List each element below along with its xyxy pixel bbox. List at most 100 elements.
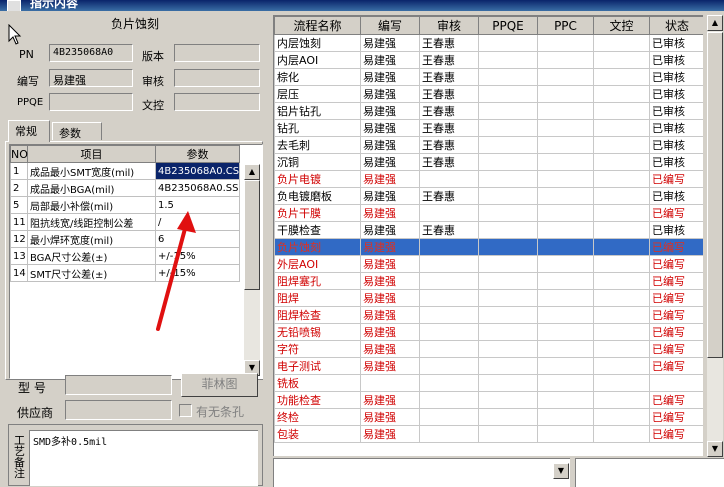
scroll-down-icon[interactable]: ▼: [707, 441, 723, 457]
cell-author: 易建强: [360, 289, 420, 307]
table-row[interactable]: 包装 易建强 已编写: [274, 425, 703, 443]
film-button[interactable]: 菲林图: [181, 373, 258, 397]
table-row[interactable]: 铝片钻孔 易建强 王春惠 已审核: [274, 102, 703, 120]
pn-field[interactable]: 4B235068A0: [49, 44, 133, 62]
cell-doc-control: [593, 221, 650, 239]
col-header-process[interactable]: 流程名称: [274, 16, 361, 35]
scroll-down-icon[interactable]: ▼: [553, 463, 569, 479]
table-row[interactable]: 5 局部最小补偿(mil) 1.5: [10, 196, 240, 214]
cell-author: 易建强: [360, 221, 420, 239]
cell-author: 易建强: [360, 306, 420, 324]
col-header-reviewer[interactable]: 审核: [419, 16, 479, 35]
table-row[interactable]: 阻焊塞孔 易建强 已编写: [274, 272, 703, 290]
table-row[interactable]: 铣板: [274, 374, 703, 392]
col-header-doc-control[interactable]: 文控: [593, 16, 650, 35]
parameter-scrollbar[interactable]: ▲ ▼: [244, 164, 260, 376]
table-row[interactable]: 终检 易建强 已编写: [274, 408, 703, 426]
col-header-no[interactable]: NO: [10, 145, 28, 163]
col-header-author[interactable]: 编写: [360, 16, 420, 35]
cell-ppc: [537, 221, 594, 239]
tab-general[interactable]: 常规: [8, 120, 50, 142]
row-value[interactable]: 4B235068A0.CS: [155, 162, 240, 180]
cell-author: 易建强: [360, 323, 420, 341]
cell-ppc: [537, 85, 594, 103]
table-row[interactable]: 内层AOI 易建强 王春惠 已审核: [274, 51, 703, 69]
notes-field[interactable]: SMD多补0.5mil: [29, 430, 258, 486]
table-row[interactable]: 负片蚀刻 易建强 已编写: [274, 238, 703, 256]
scroll-thumb[interactable]: [244, 180, 260, 290]
has-slot-checkbox[interactable]: [179, 404, 192, 417]
control-field[interactable]: [174, 93, 260, 111]
cell-reviewer: [419, 272, 479, 290]
col-header-item[interactable]: 项目: [27, 145, 156, 163]
table-row[interactable]: 去毛刺 易建强 王春惠 已审核: [274, 136, 703, 154]
cell-ppc: [537, 170, 594, 188]
table-row[interactable]: 负电镀磨板 易建强 王春惠 已审核: [274, 187, 703, 205]
table-row[interactable]: 13BGA尺寸公差(±)+/-15%: [10, 247, 240, 265]
table-row[interactable]: 功能检查 易建强 已编写: [274, 391, 703, 409]
cell-doc-control: [593, 425, 650, 443]
table-row[interactable]: 负片电镀 易建强 已编写: [274, 170, 703, 188]
cell-author: 易建强: [360, 340, 420, 358]
table-row[interactable]: 12 最小焊环宽度(mil) 6: [10, 230, 240, 248]
table-row[interactable]: 字符 易建强 已编写: [274, 340, 703, 358]
table-row[interactable]: 阻焊 易建强 已编写: [274, 289, 703, 307]
version-field[interactable]: [174, 44, 260, 62]
cell-status: 已编写: [649, 272, 703, 290]
cell-process-name: 干膜检查: [274, 221, 361, 239]
table-row[interactable]: 负片干膜 易建强 已编写: [274, 204, 703, 222]
col-header-ppc[interactable]: PPC: [537, 16, 594, 35]
scroll-up-icon[interactable]: ▲: [244, 164, 260, 180]
table-row[interactable]: 1 成品最小SMT宽度(mil) 4B235068A0.CS: [10, 162, 240, 180]
table-row[interactable]: 沉铜 易建强 王春惠 已审核: [274, 153, 703, 171]
window-title: 指示内容: [30, 0, 79, 10]
cell-ppc: [537, 408, 594, 426]
table-row[interactable]: 无铅喷锡 易建强 已编写: [274, 323, 703, 341]
cell-ppqe: [478, 204, 538, 222]
scroll-up-icon[interactable]: ▲: [707, 15, 723, 31]
cell-reviewer: 王春惠: [419, 187, 479, 205]
table-row[interactable]: 层压 易建强 王春惠 已审核: [274, 85, 703, 103]
cell-reviewer: [419, 255, 479, 273]
col-header-status[interactable]: 状态: [649, 16, 703, 35]
table-row[interactable]: 棕化 易建强 王春惠 已审核: [274, 68, 703, 86]
annotation-arrow: [156, 211, 196, 331]
process-grid: 流程名称 编写 审核 PPQE PPC 文控 状态 内层蚀刻 易建强 王春惠 已审核内…: [273, 15, 703, 456]
review-field[interactable]: [174, 69, 260, 87]
table-row[interactable]: 电子测试 易建强 已编写: [274, 357, 703, 375]
cell-process-name: 负片电镀: [274, 170, 361, 188]
model-field[interactable]: [65, 375, 172, 395]
table-row[interactable]: 14 SMT尺寸公差(±) +/-15%: [10, 264, 240, 282]
table-row[interactable]: 外层AOI 易建强 已编写: [274, 255, 703, 273]
cell-status: 已审核: [649, 102, 703, 120]
row-item: 最小焊环宽度(mil): [27, 230, 156, 248]
table-row[interactable]: 2 成品最小BGA(mil) 4B235068A0.SS: [10, 179, 240, 197]
comment-box-1[interactable]: [273, 458, 570, 487]
comment-box-2[interactable]: [575, 458, 724, 487]
cell-reviewer: [419, 374, 479, 392]
ppqe-label: PPQE: [17, 97, 44, 108]
col-header-ppqe[interactable]: PPQE: [478, 16, 538, 35]
table-row[interactable]: 11 阻抗线宽/线距控制公差 /: [10, 213, 240, 231]
cell-ppc: [537, 119, 594, 137]
table-row[interactable]: 钻孔 易建强 王春惠 已审核: [274, 119, 703, 137]
col-header-value[interactable]: 参数: [155, 145, 240, 163]
control-label: 文控: [142, 99, 164, 112]
table-row[interactable]: 干膜检查 易建强 王春惠 已审核: [274, 221, 703, 239]
cell-doc-control: [593, 340, 650, 358]
cell-ppc: [537, 153, 594, 171]
scroll-thumb[interactable]: [707, 32, 723, 358]
cell-process-name: 负片干膜: [274, 204, 361, 222]
grid-scrollbar[interactable]: ▲ ▼: [707, 15, 723, 457]
row-value[interactable]: 4B235068A0.SS: [155, 179, 240, 197]
ppqe-field[interactable]: [49, 93, 133, 111]
supplier-field[interactable]: [65, 400, 172, 420]
table-row[interactable]: 阻焊检查 易建强 已编写: [274, 306, 703, 324]
author-field[interactable]: 易建强: [49, 69, 133, 87]
table-row[interactable]: 内层蚀刻 易建强 王春惠 已审核: [274, 34, 703, 52]
cell-reviewer: 王春惠: [419, 119, 479, 137]
cell-doc-control: [593, 374, 650, 392]
cell-process-name: 阻焊: [274, 289, 361, 307]
tab-parameters[interactable]: 参数: [52, 122, 102, 140]
cell-ppqe: [478, 119, 538, 137]
